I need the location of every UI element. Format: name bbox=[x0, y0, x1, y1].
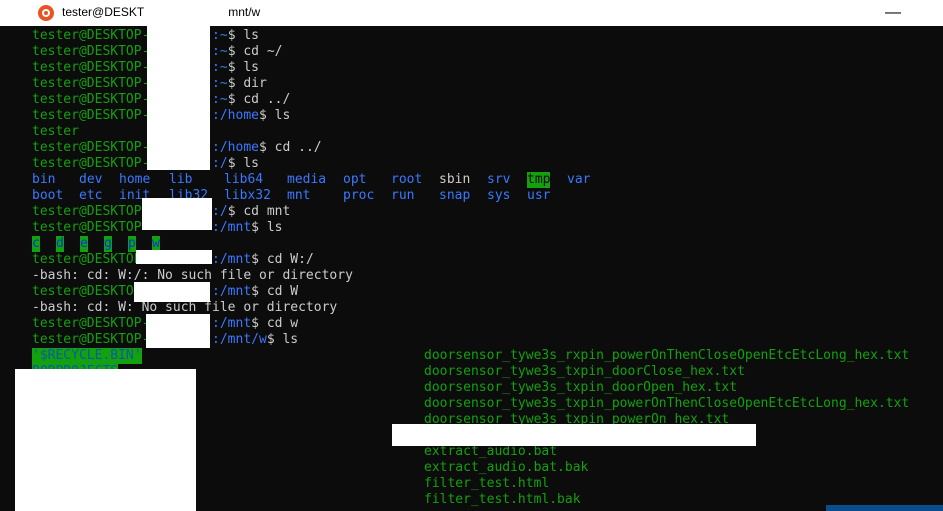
redaction-block bbox=[147, 98, 210, 170]
command-text: $ cd w bbox=[251, 316, 299, 331]
window-title: tester@DESKT mnt/w bbox=[62, 5, 261, 19]
terminal-line: tester@DESKTOP- :~$ ls bbox=[32, 60, 259, 76]
prompt-user: tester@DESKTOP- bbox=[32, 44, 150, 59]
dir-entry: proc bbox=[343, 188, 375, 203]
prompt-path: :/mnt bbox=[212, 220, 252, 235]
title-bar: tester@DESKT mnt/w — bbox=[0, 0, 943, 26]
redaction-block bbox=[136, 250, 212, 264]
dir-entry: boot bbox=[32, 188, 64, 203]
dir-entry: libx32 bbox=[224, 188, 271, 203]
terminal-line: tester@DESKTOP- :/$ ls bbox=[32, 156, 259, 172]
command-text: $ cd W:/ bbox=[251, 252, 314, 267]
prompt-path: :/mnt bbox=[212, 316, 252, 331]
redaction-block bbox=[142, 198, 212, 230]
dir-entry: dev bbox=[79, 172, 103, 187]
file-entry: doorsensor_tywe3s_rxpin_powerOnThenClose… bbox=[424, 348, 910, 363]
command-text: $ ls bbox=[251, 220, 283, 235]
prompt-path: :~ bbox=[212, 44, 228, 59]
command-text: $ dir bbox=[227, 76, 267, 91]
command-text: $ ls bbox=[227, 28, 259, 43]
mount-entry: p bbox=[128, 236, 136, 252]
prompt-user: tester@DESKTOP- bbox=[32, 220, 150, 235]
mount-entry: d bbox=[56, 236, 64, 252]
dir-entry: etc bbox=[79, 188, 103, 203]
prompt-path: :~ bbox=[212, 76, 228, 91]
prompt-path: :/mnt bbox=[212, 252, 252, 267]
command-text: $ cd mnt bbox=[227, 204, 291, 219]
file-entry: doorsensor_tywe3s_txpin_doorOpen_hex.txt bbox=[424, 380, 738, 395]
prompt-user: tester@DESKTOP- bbox=[32, 92, 150, 107]
redaction-block bbox=[392, 424, 756, 446]
prompt-path: :/home bbox=[212, 108, 259, 123]
prompt-user: tester@DESKTOP- bbox=[32, 316, 150, 331]
prompt-user: tester@DESKTOP- bbox=[32, 28, 150, 43]
dir-entry: mnt bbox=[287, 188, 311, 203]
dir-entry: tmp bbox=[527, 172, 551, 188]
file-entry: filter_test.html.bak bbox=[424, 492, 581, 507]
output-text: tester bbox=[32, 124, 79, 139]
output-text: -bash: cd: W:/: No such file or director… bbox=[32, 268, 353, 283]
redaction-block bbox=[134, 282, 210, 302]
prompt-path: :/home bbox=[212, 140, 259, 155]
ubuntu-logo-icon bbox=[38, 5, 54, 21]
command-text: $ ls bbox=[259, 108, 291, 123]
command-text: $ ls bbox=[227, 156, 259, 171]
prompt-user: tester@DESKTOP- bbox=[32, 108, 150, 123]
dir-entry: bin bbox=[32, 172, 56, 187]
dir-entry: sbin bbox=[439, 172, 471, 187]
command-text: $ cd ~/ bbox=[227, 44, 283, 59]
mount-entry: g bbox=[104, 236, 112, 252]
dir-entry: var bbox=[567, 172, 591, 187]
file-entry: doorsensor_tywe3s_txpin_powerOnThenClose… bbox=[424, 396, 910, 411]
file-entry: doorsensor_tywe3s_txpin_doorClose_hex.tx… bbox=[424, 364, 745, 379]
output-text: -bash: cd: W: No such file or directory bbox=[32, 300, 338, 315]
prompt-path: :/ bbox=[212, 204, 228, 219]
prompt-user: tester@DESKTOP- bbox=[32, 60, 150, 75]
prompt-path: :~ bbox=[212, 60, 228, 75]
dir-entry: media bbox=[287, 172, 327, 187]
prompt-user: tester@DESKTOP- bbox=[32, 156, 150, 171]
dir-entry: usr bbox=[527, 188, 551, 203]
redaction-block bbox=[146, 314, 210, 348]
command-text: $ ls bbox=[227, 60, 259, 75]
dir-entry: lib bbox=[169, 172, 193, 187]
prompt-user: tester@DESKTOP- bbox=[32, 76, 150, 91]
dir-entry: opt bbox=[343, 172, 367, 187]
dir-entry: home bbox=[119, 172, 151, 187]
command-text: $ ls bbox=[266, 332, 299, 347]
file-entry: extract_audio.bat bbox=[424, 444, 558, 459]
file-entry: '$RECYCLE.BIN' bbox=[32, 348, 142, 364]
mount-entry: c bbox=[32, 236, 40, 252]
prompt-path: :/mnt bbox=[212, 284, 252, 299]
dir-entry: run bbox=[391, 188, 415, 203]
dir-entry: lib64 bbox=[224, 172, 264, 187]
terminal-line: tester bbox=[32, 124, 79, 140]
dir-entry: root bbox=[391, 172, 423, 187]
command-text: $ cd W bbox=[251, 284, 299, 299]
prompt-user: tester@DESKTOP- bbox=[32, 252, 150, 267]
prompt-user: tester@DESKTOP- bbox=[32, 140, 150, 155]
command-text: $ cd ../ bbox=[227, 92, 291, 107]
dir-entry: snap bbox=[439, 188, 471, 203]
file-entry: extract_audio.bat.bak bbox=[424, 460, 589, 475]
prompt-path: :~ bbox=[212, 28, 228, 43]
redaction-block bbox=[147, 26, 210, 98]
prompt-user: tester@DESKTOP- bbox=[32, 204, 150, 219]
horizontal-scrollbar[interactable] bbox=[826, 505, 943, 511]
prompt-path: :/ bbox=[212, 156, 228, 171]
prompt-user: tester@DESKTOP- bbox=[32, 284, 150, 299]
redaction-block bbox=[15, 369, 196, 511]
prompt-user: tester@DESKTOP- bbox=[32, 332, 150, 347]
command-text: $ cd ../ bbox=[259, 140, 322, 155]
prompt-path: :~ bbox=[212, 92, 228, 107]
file-entry: filter_test.html bbox=[424, 476, 550, 491]
dir-entry: srv bbox=[487, 172, 511, 187]
prompt-path: :/mnt/w bbox=[212, 332, 267, 347]
mount-entry: e bbox=[80, 236, 88, 252]
dir-entry: sys bbox=[487, 188, 511, 203]
terminal-line: tester@DESKTOP- :~$ ls bbox=[32, 28, 259, 44]
minimize-button[interactable]: — bbox=[878, 0, 908, 26]
